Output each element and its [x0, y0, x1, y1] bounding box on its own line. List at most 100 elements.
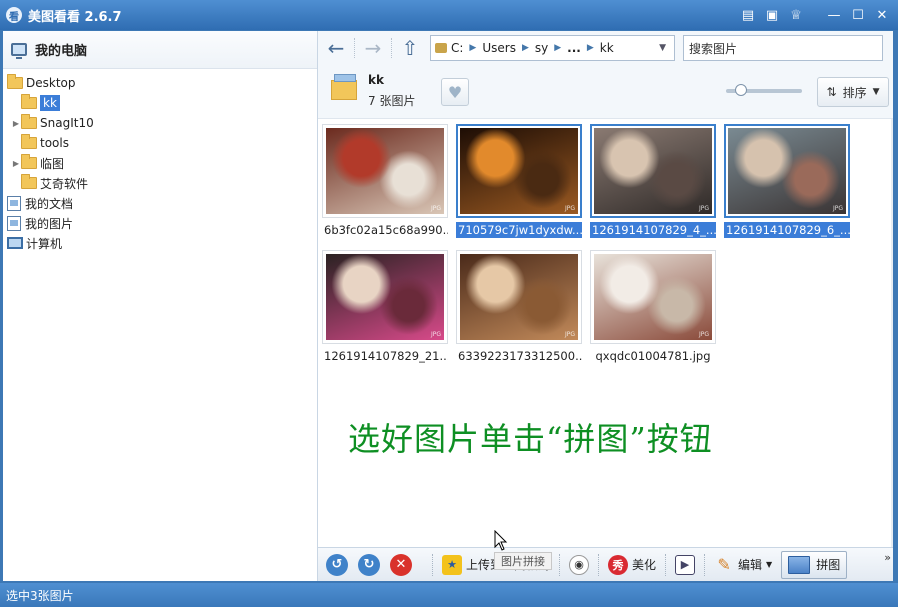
selection-status: 选中3张图片	[6, 588, 74, 603]
search-input[interactable]	[683, 35, 883, 61]
puzzle-tooltip: 图片拼接	[494, 552, 552, 570]
sidebar-item-2[interactable]: ▶ SnagIt10	[3, 113, 317, 133]
thumbnail-frame[interactable]: JPG	[322, 250, 448, 344]
zoom-slider-knob[interactable]	[735, 84, 748, 96]
thumbnail-caption: 6339223173312500...	[458, 349, 582, 363]
photo-thumbnail[interactable]: JPG	[460, 254, 578, 340]
my-computer-icon	[11, 43, 27, 59]
sidebar-item-8[interactable]: 计算机	[3, 233, 317, 253]
thumbnail-item[interactable]: JPG 710579c7jw1dyxdw...	[456, 124, 582, 238]
thumbnail-frame[interactable]: JPG	[724, 124, 850, 218]
mouse-cursor-icon	[494, 530, 508, 551]
sidebar-item-1[interactable]: kk	[3, 93, 317, 113]
scrollbar[interactable]	[891, 119, 893, 547]
drive-icon	[435, 43, 447, 53]
breadcrumb-segment[interactable]: kk	[600, 41, 614, 55]
zoom-slider[interactable]	[726, 84, 802, 96]
beautify-button[interactable]: 秀 美化	[605, 554, 659, 575]
folder-icon	[21, 174, 37, 189]
photo-thumbnail[interactable]: JPG	[728, 128, 846, 214]
thumbnail-frame[interactable]: JPG	[322, 124, 448, 218]
photo-thumbnail[interactable]: JPG	[594, 254, 712, 340]
breadcrumb-segment[interactable]: C:	[451, 41, 463, 55]
delete-icon[interactable]: ✕	[390, 553, 412, 576]
maximize-icon[interactable]: ☐	[848, 5, 868, 25]
thumbnail-caption: 1261914107829_4_...	[590, 222, 716, 238]
minimize-icon[interactable]: —	[824, 5, 844, 25]
path-breadcrumb[interactable]: C: ▶ Users ▶ sy ▶ ... ▶ kk ▼	[430, 35, 675, 61]
thumbnail-caption: qxqdc01004781.jpg	[595, 349, 711, 363]
breadcrumb-segment[interactable]: Users	[482, 41, 516, 55]
thumbnail-frame[interactable]: JPG	[456, 250, 582, 344]
thumbnail-item[interactable]: JPG 1261914107829_6_...	[724, 124, 850, 238]
photo-thumbnail[interactable]: JPG	[460, 128, 578, 214]
favorite-heart-button[interactable]: ♥	[441, 78, 469, 106]
path-dropdown-icon[interactable]: ▼	[659, 43, 666, 53]
sidebar-item-5[interactable]: 艾奇软件	[3, 173, 317, 193]
expand-arrow-icon[interactable]: ▶	[11, 159, 21, 168]
more-tools-icon[interactable]: »	[884, 551, 891, 564]
app-title: 美图看看 2.6.7	[28, 9, 122, 25]
thumbnail-frame[interactable]: JPG	[590, 250, 716, 344]
back-arrow-icon[interactable]: ←	[324, 36, 348, 60]
main-pane: ← → ⇧ C: ▶ Users ▶ sy ▶ ... ▶ kk ▼ kk 7 …	[318, 31, 893, 581]
message-icon[interactable]: ▤	[738, 5, 758, 25]
rotate-left-icon[interactable]: ↺	[326, 553, 348, 576]
sidebar-item-3[interactable]: tools	[3, 133, 317, 153]
thumbnail-item[interactable]: JPG 6b3fc02a15c68a990...	[322, 124, 448, 238]
qzone-star-icon: ★	[442, 554, 462, 575]
sort-button[interactable]: ⇅ 排序 ▼	[817, 77, 889, 107]
bottom-toolbar: ↺ ↻ ✕ ★ 上传到空间相册 ◉ 秀 美化 ▶ ✎ 编辑 ▼ 拼图 »	[318, 547, 893, 581]
thumbnail-item[interactable]: JPG qxqdc01004781.jpg	[590, 250, 716, 364]
breadcrumb-segment[interactable]: sy	[535, 41, 548, 55]
slideshow-icon: ▶	[675, 554, 696, 575]
jpg-watermark: JPG	[564, 331, 575, 338]
jpg-watermark: JPG	[430, 331, 441, 338]
thumbnail-frame[interactable]: JPG	[456, 124, 582, 218]
pictures-icon	[7, 215, 21, 231]
sidebar-item-label: 艾奇软件	[40, 176, 89, 191]
photo-thumbnail[interactable]: JPG	[326, 128, 444, 214]
sidebar-item-7[interactable]: 我的图片	[3, 213, 317, 233]
skin-icon[interactable]: ♕	[786, 5, 806, 25]
beautify-label: 美化	[632, 558, 657, 572]
jpg-watermark: JPG	[832, 205, 843, 212]
slideshow-button[interactable]: ▶	[672, 554, 698, 575]
thumbnail-frame[interactable]: JPG	[590, 124, 716, 218]
close-icon[interactable]: ✕	[872, 5, 892, 25]
forward-arrow-icon[interactable]: →	[361, 36, 385, 60]
sidebar-item-label: kk	[40, 95, 60, 111]
folder-icon	[21, 154, 37, 169]
folder-icon	[331, 74, 357, 100]
edit-pencil-icon: ✎	[717, 555, 731, 574]
folder-sidebar: 我的电脑 Desktop kk ▶ SnagIt10 tools ▶ 临图 艾奇软件 我的文档我…	[3, 31, 318, 581]
folder-name: kk	[368, 73, 384, 87]
sidebar-item-label: SnagIt10	[40, 116, 94, 130]
up-folder-icon[interactable]: ⇧	[398, 36, 422, 60]
sidebar-item-6[interactable]: 我的文档	[3, 193, 317, 213]
thumbnail-item[interactable]: JPG 1261914107829_4_...	[590, 124, 716, 238]
thumbnail-item[interactable]: JPG 6339223173312500...	[456, 250, 582, 364]
photo-thumbnail[interactable]: JPG	[594, 128, 712, 214]
folder-icon	[21, 94, 37, 109]
sort-icon: ⇅	[826, 85, 837, 99]
chevron-down-icon[interactable]: ▼	[766, 560, 772, 569]
image-count: 7 张图片	[368, 94, 416, 108]
menu-icon[interactable]: ▣	[762, 5, 782, 25]
rotate-right-icon[interactable]: ↻	[358, 553, 380, 576]
expand-arrow-icon[interactable]: ▶	[11, 119, 21, 128]
photo-thumbnail[interactable]: JPG	[326, 254, 444, 340]
puzzle-button[interactable]: 拼图	[781, 550, 848, 579]
edit-button[interactable]: ✎ 编辑 ▼	[711, 555, 775, 575]
folder-icon	[21, 134, 37, 149]
documents-icon	[7, 195, 21, 211]
weibo-share-button[interactable]: ◉	[566, 554, 592, 575]
thumbnail-caption: 6b3fc02a15c68a990...	[324, 223, 448, 237]
thumbnail-grid: 选好图片单击“拼图”按钮 JPG 6b3fc02a15c68a990... JPG 7…	[318, 119, 893, 547]
breadcrumb-segment[interactable]: ...	[567, 41, 581, 55]
thumbnail-item[interactable]: JPG 1261914107829_21...	[322, 250, 448, 364]
sidebar-item-4[interactable]: ▶ 临图	[3, 153, 317, 173]
sidebar-item-0[interactable]: Desktop	[3, 73, 317, 93]
sort-label: 排序	[842, 85, 867, 100]
sidebar-item-label: 我的图片	[25, 216, 74, 231]
